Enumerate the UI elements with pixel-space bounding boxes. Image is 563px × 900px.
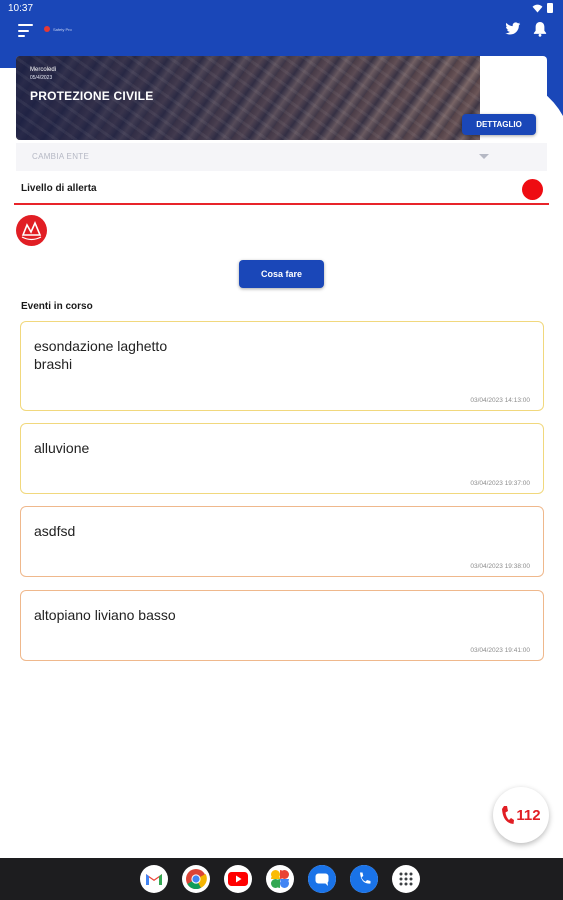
cambia-ente-select[interactable]: CAMBIA ENTE [16,143,547,171]
gmail-icon[interactable] [140,865,168,893]
event-name: altopiano liviano basso [34,607,176,623]
app-dock [140,865,420,893]
event-card[interactable]: esondazione laghetto brashi 03/04/2023 1… [20,321,544,411]
app-logo-text: Safety Pro [53,26,72,32]
status-time: 10:37 [8,3,34,14]
cambia-ente-label: CAMBIA ENTE [32,152,90,161]
event-card[interactable]: alluvione 03/04/2023 19:37:00 [20,423,544,494]
event-name: esondazione laghetto brashi [34,338,168,372]
event-timestamp: 03/04/2023 14:13:00 [470,397,530,404]
app-logo-icon [44,26,50,32]
app-bar: 10:37 Safety Pro [0,0,563,56]
chevron-down-icon [479,154,489,159]
header-date: 05/4/2023 [30,75,53,81]
page-title: PROTEZIONE CIVILE [30,89,154,103]
photos-icon[interactable] [266,865,294,893]
header-day: Mercoledì [30,67,57,73]
chrome-icon[interactable] [182,865,210,893]
messages-icon[interactable] [308,865,336,893]
app-drawer-icon[interactable] [392,865,420,893]
dettaglio-button[interactable]: DETTAGLIO [462,114,536,135]
app-logo: Safety Pro [44,26,72,32]
event-card[interactable]: asdfsd 03/04/2023 19:38:00 [20,506,544,577]
alert-level-indicator [522,179,543,200]
alert-divider [14,203,549,205]
phone-app-icon[interactable] [350,865,378,893]
phone-icon [502,806,515,824]
event-timestamp: 03/04/2023 19:37:00 [470,480,530,487]
alert-level-label: Livello di allerta [21,183,97,194]
app-screen: 10:37 Safety Pro Mercoledì 05/4/2023 PRO… [0,0,563,900]
menu-icon[interactable] [18,24,33,37]
cosa-fare-button[interactable]: Cosa fare [239,260,324,288]
event-name: alluvione [34,440,90,456]
bell-icon[interactable] [533,21,547,37]
youtube-icon[interactable] [224,865,252,893]
event-name: asdfsd [34,523,76,539]
logo-emblem-icon [21,220,42,241]
event-card[interactable]: altopiano liviano basso 03/04/2023 19:41… [20,590,544,661]
emergency-112-button[interactable]: 112 [493,787,549,843]
wifi-icon [532,4,543,13]
status-icons [532,3,553,13]
twitter-icon[interactable] [505,22,521,36]
event-timestamp: 03/04/2023 19:41:00 [470,647,530,654]
event-timestamp: 03/04/2023 19:38:00 [470,563,530,570]
emergency-number: 112 [516,806,541,824]
events-title: Eventi in corso [21,301,93,312]
battery-icon [547,3,553,13]
protezione-civile-logo [16,215,47,246]
header-card: Mercoledì 05/4/2023 PROTEZIONE CIVILE DE… [16,56,547,140]
